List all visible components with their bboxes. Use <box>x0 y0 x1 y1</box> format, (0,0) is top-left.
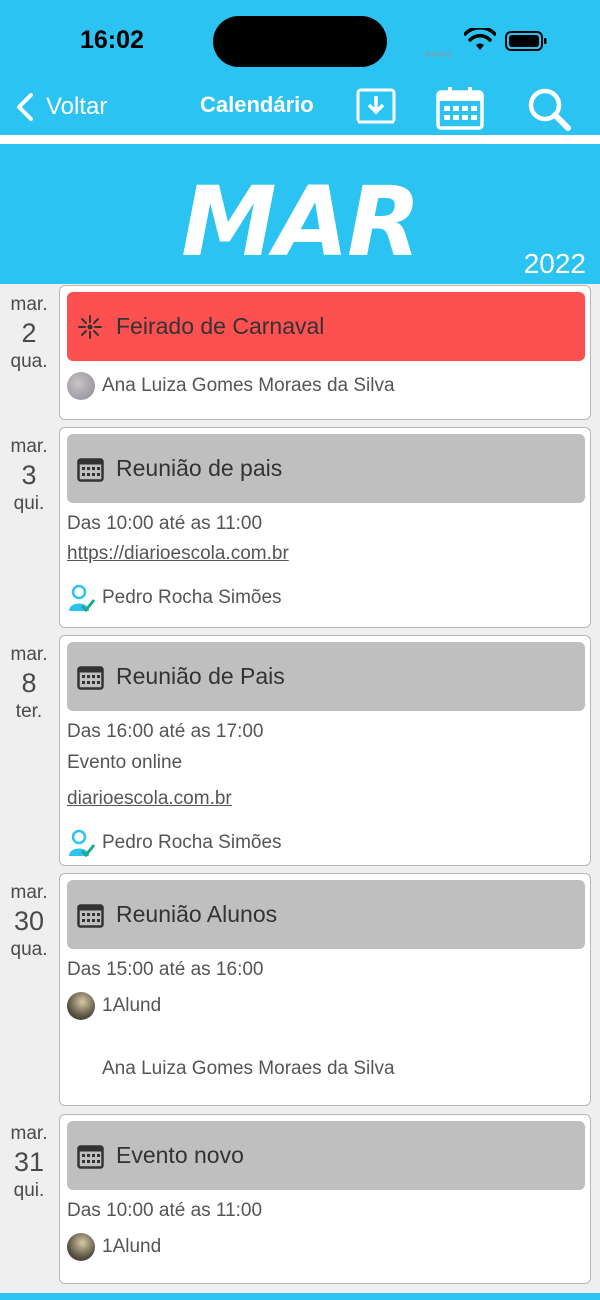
date-weekday: qua. <box>10 939 48 960</box>
event-note: Evento online <box>67 752 183 773</box>
event-link[interactable]: https://diarioescola.com.br <box>67 543 289 565</box>
nav-divider <box>0 135 600 144</box>
page-title: Calendário <box>200 92 314 117</box>
chevron-left-icon <box>17 93 33 121</box>
event-header: Reunião Alunos <box>67 880 585 949</box>
event-header: Evento novo <box>67 1121 585 1190</box>
avatar <box>67 1233 95 1261</box>
event-title: Reunião Alunos <box>116 901 278 927</box>
bottom-bar <box>0 1293 600 1300</box>
event-time: Das 10:00 até as 11:00 <box>67 1200 263 1221</box>
date-day: 2 <box>21 318 37 348</box>
date-weekday: qua. <box>10 351 48 372</box>
event-card[interactable]: Reunião de Pais Das 16:00 até as 17:00 E… <box>59 635 591 866</box>
cellular-signal-icon <box>425 44 459 57</box>
event-header: Feirado de Carnaval <box>67 292 585 361</box>
person-name: Pedro Rocha Simões <box>102 832 282 853</box>
calendar-icon <box>77 1145 104 1169</box>
event-card[interactable]: Reunião de pais Das 10:00 até as 11:00 h… <box>59 427 591 628</box>
avatar <box>67 372 95 400</box>
event-person: Ana Luiza Gomes Moraes da Silva <box>67 1055 395 1083</box>
download-icon[interactable] <box>355 86 397 128</box>
event-date: mar. 8 ter. <box>0 644 58 723</box>
date-month: mar. <box>10 882 48 903</box>
date-weekday: qui. <box>13 493 45 514</box>
date-month: mar. <box>10 1123 48 1144</box>
teacher-icon <box>69 829 95 857</box>
event-time: Das 16:00 até as 17:00 <box>67 721 264 742</box>
event-title: Reunião de pais <box>116 455 283 481</box>
date-month: mar. <box>10 644 48 665</box>
event-card[interactable]: Feirado de Carnaval Ana Luiza Gomes Mora… <box>59 285 591 420</box>
avatar <box>67 1055 95 1083</box>
teacher-icon <box>69 584 95 612</box>
calendar-icon[interactable] <box>436 86 484 130</box>
event-date: mar. 31 qui. <box>0 1123 58 1202</box>
date-day: 30 <box>13 906 45 936</box>
event-time: Das 10:00 até as 11:00 <box>67 513 263 534</box>
navigation-bar: Voltar Calendário <box>0 80 600 135</box>
calendar-icon <box>77 904 104 928</box>
event-time: Das 15:00 até as 16:00 <box>67 959 264 980</box>
event-link[interactable]: diarioescola.com.br <box>67 788 232 810</box>
event-title: Feirado de Carnaval <box>116 313 325 339</box>
event-person: Pedro Rocha Simões <box>67 829 282 857</box>
person-name: 1Alund <box>102 1236 162 1257</box>
calendar-icon <box>77 666 104 690</box>
back-label: Voltar <box>46 93 108 120</box>
event-person: Pedro Rocha Simões <box>67 584 282 612</box>
event-date: mar. 2 qua. <box>0 294 58 373</box>
fireworks-icon <box>78 315 102 339</box>
date-month: mar. <box>10 436 48 457</box>
event-title: Evento novo <box>116 1142 244 1168</box>
wifi-icon <box>464 28 496 50</box>
event-header: Reunião de pais <box>67 434 585 503</box>
event-card[interactable]: Evento novo Das 10:00 até as 11:00 1Alun… <box>59 1114 591 1284</box>
calendar-icon <box>77 458 104 482</box>
date-weekday: qui. <box>13 1180 45 1201</box>
person-name: Pedro Rocha Simões <box>102 587 282 608</box>
event-date: mar. 3 qui. <box>0 436 58 515</box>
status-bar: 16:02 <box>0 0 600 80</box>
event-title: Reunião de Pais <box>116 663 285 689</box>
event-header: Reunião de Pais <box>67 642 585 711</box>
battery-icon <box>505 31 547 51</box>
event-person: 1Alund <box>67 992 161 1020</box>
date-day: 3 <box>21 460 37 490</box>
event-person: 1Alund <box>67 1233 161 1261</box>
date-month: mar. <box>10 294 48 315</box>
avatar <box>67 992 95 1020</box>
month-header: MAR 2022 <box>0 144 600 284</box>
dynamic-island <box>213 16 387 67</box>
back-button[interactable]: Voltar <box>16 92 107 122</box>
status-time: 16:02 <box>80 26 144 54</box>
date-day: 31 <box>13 1147 45 1177</box>
person-name: Ana Luiza Gomes Moraes da Silva <box>102 375 395 396</box>
person-name: Ana Luiza Gomes Moraes da Silva <box>102 1058 395 1079</box>
year-label: 2022 <box>523 248 586 279</box>
search-icon[interactable] <box>526 86 572 132</box>
event-person: Ana Luiza Gomes Moraes da Silva <box>67 372 395 400</box>
month-name: MAR <box>181 166 421 278</box>
event-card[interactable]: Reunião Alunos Das 15:00 até as 16:00 1A… <box>59 873 591 1106</box>
date-weekday: ter. <box>15 701 43 722</box>
date-day: 8 <box>21 668 37 698</box>
person-name: 1Alund <box>102 995 162 1016</box>
event-date: mar. 30 qua. <box>0 882 58 961</box>
